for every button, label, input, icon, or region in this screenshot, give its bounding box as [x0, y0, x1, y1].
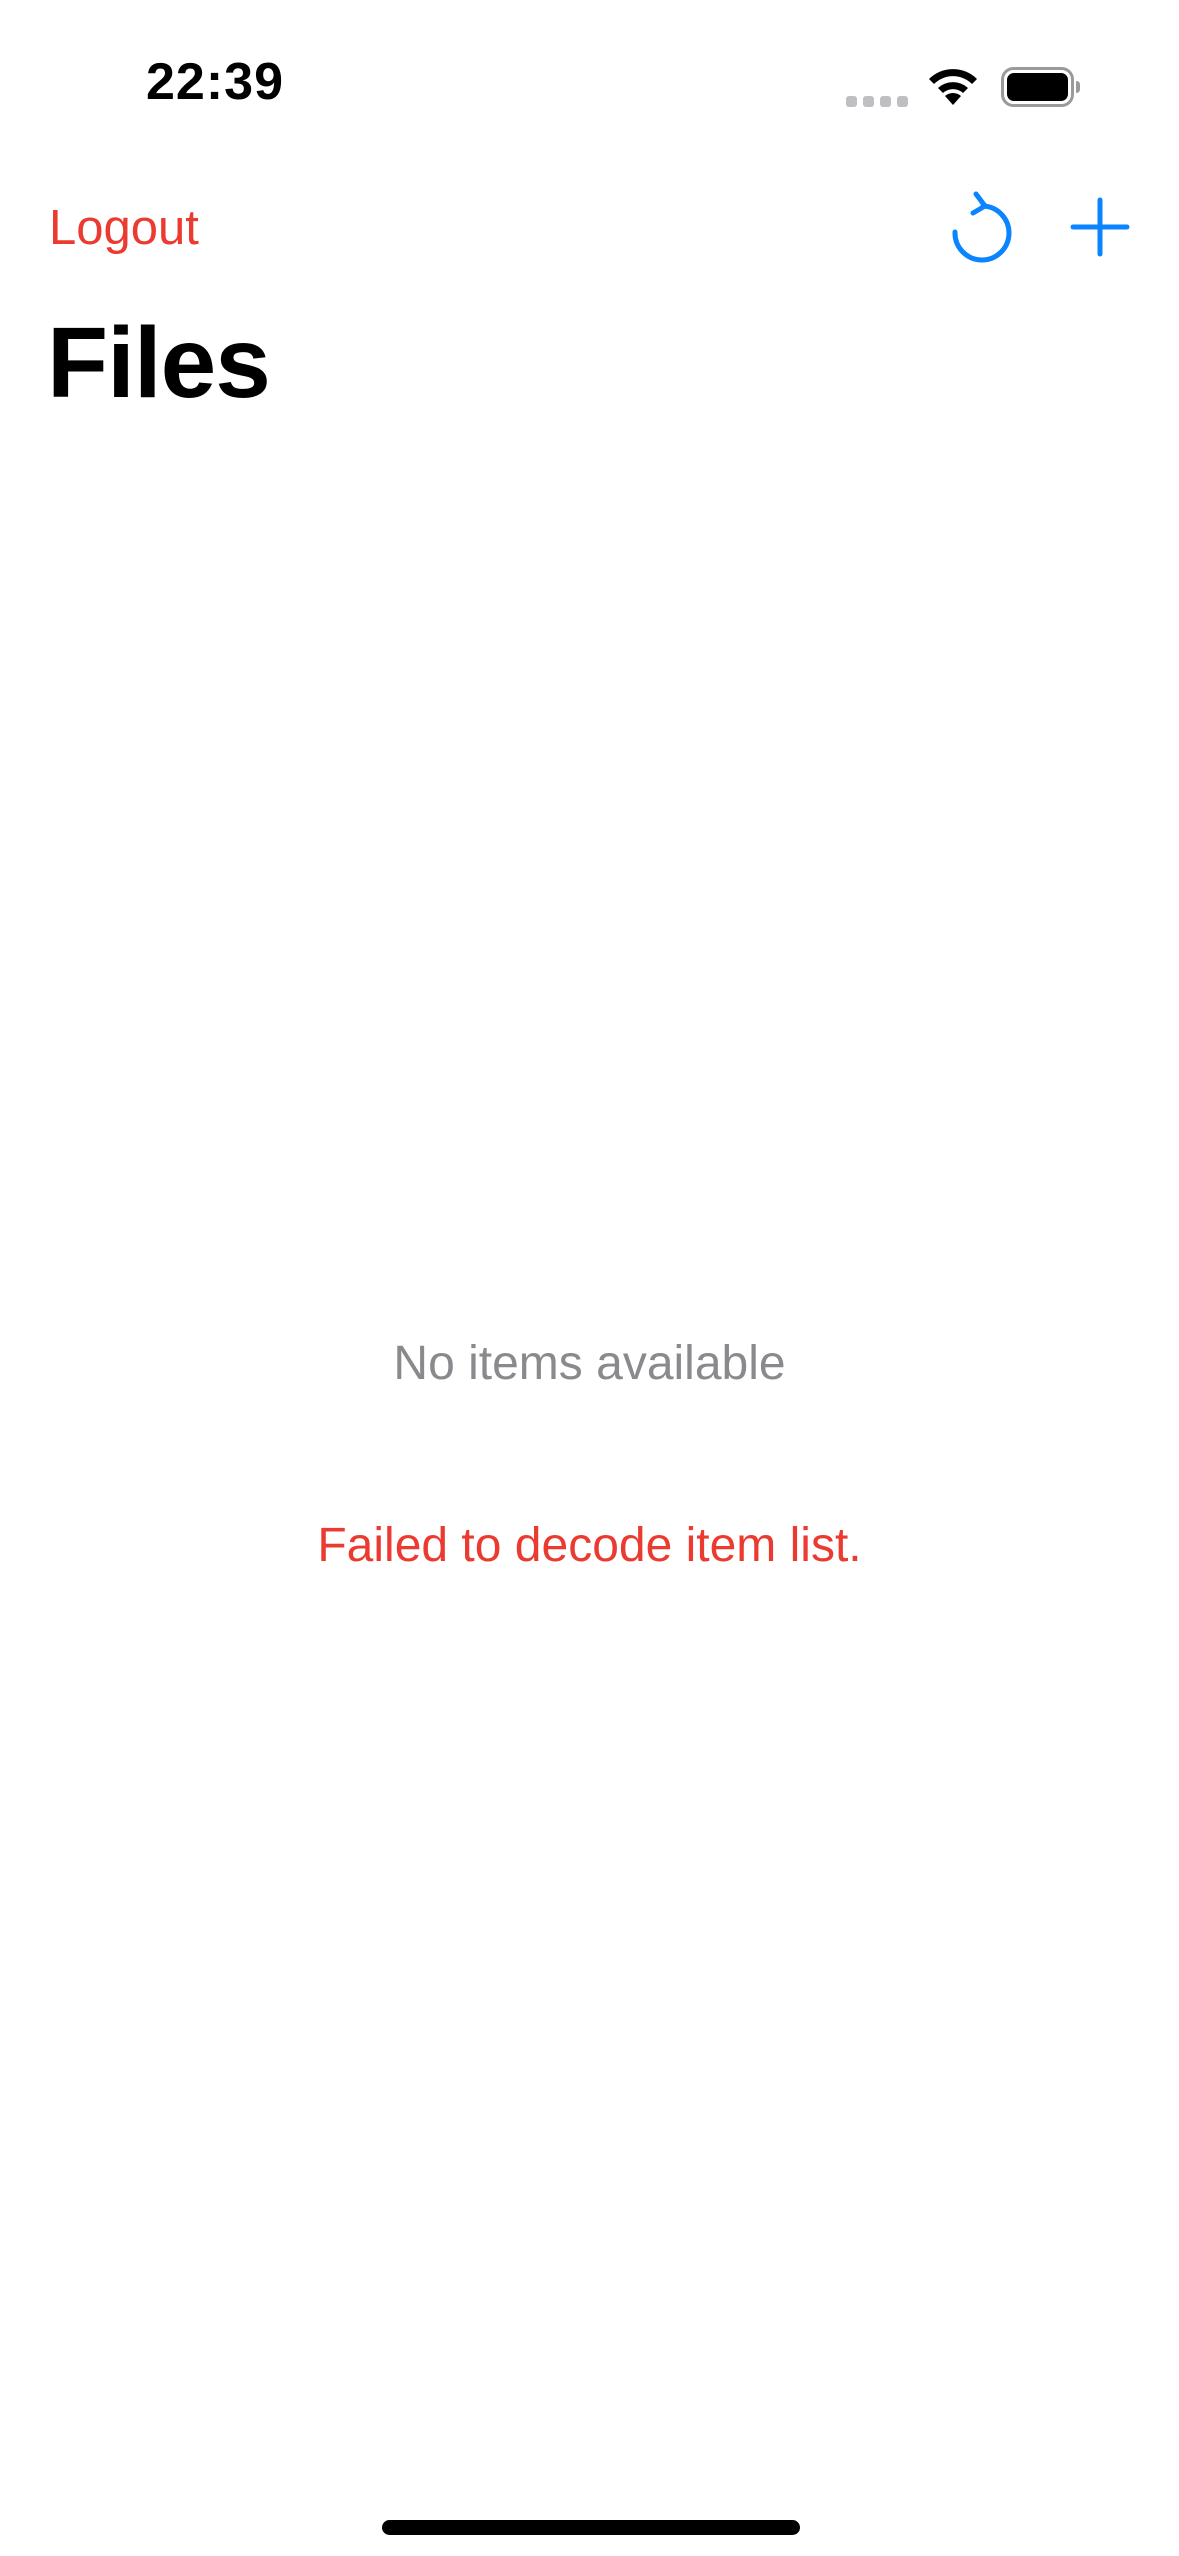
- cellular-signal-icon: [846, 96, 908, 107]
- page-title: Files: [47, 307, 271, 419]
- battery-icon: [1001, 67, 1080, 107]
- refresh-icon: [952, 191, 1012, 263]
- wifi-icon: [929, 69, 977, 105]
- logout-button[interactable]: Logout: [49, 200, 199, 256]
- add-button[interactable]: [1069, 196, 1131, 258]
- status-bar: 22:39: [0, 0, 1179, 150]
- error-message: Failed to decode item list.: [317, 1519, 862, 1572]
- refresh-button[interactable]: [945, 188, 1017, 270]
- status-time: 22:39: [146, 53, 284, 111]
- empty-state-message: No items available: [393, 1337, 786, 1390]
- plus-icon: [1070, 197, 1130, 257]
- home-indicator[interactable]: [382, 2520, 800, 2535]
